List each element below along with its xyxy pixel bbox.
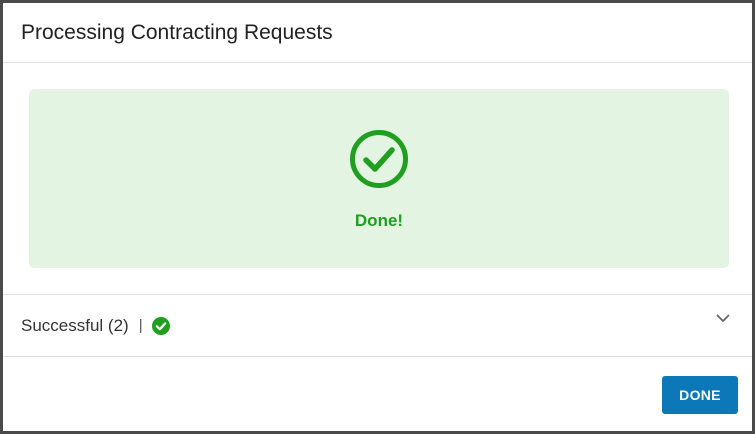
dialog-body: Done! — [3, 63, 752, 295]
separator: | — [138, 317, 143, 334]
dialog-footer: DONE — [3, 357, 752, 432]
status-message: Done! — [354, 211, 404, 230]
dialog-title: Processing Contracting Requests — [21, 20, 333, 44]
dialog-header: Processing Contracting Requests — [3, 3, 752, 63]
successful-count-label: Successful (2) — [21, 315, 129, 335]
chevron-down-icon[interactable] — [714, 309, 732, 327]
check-circle-filled-icon — [151, 316, 170, 335]
processing-dialog: Processing Contracting Requests Done! Su… — [0, 0, 755, 434]
status-panel: Done! — [29, 89, 729, 268]
check-circle-icon — [350, 130, 408, 188]
done-button[interactable]: DONE — [662, 375, 738, 414]
results-summary-row[interactable]: Successful (2) | — [3, 295, 752, 357]
